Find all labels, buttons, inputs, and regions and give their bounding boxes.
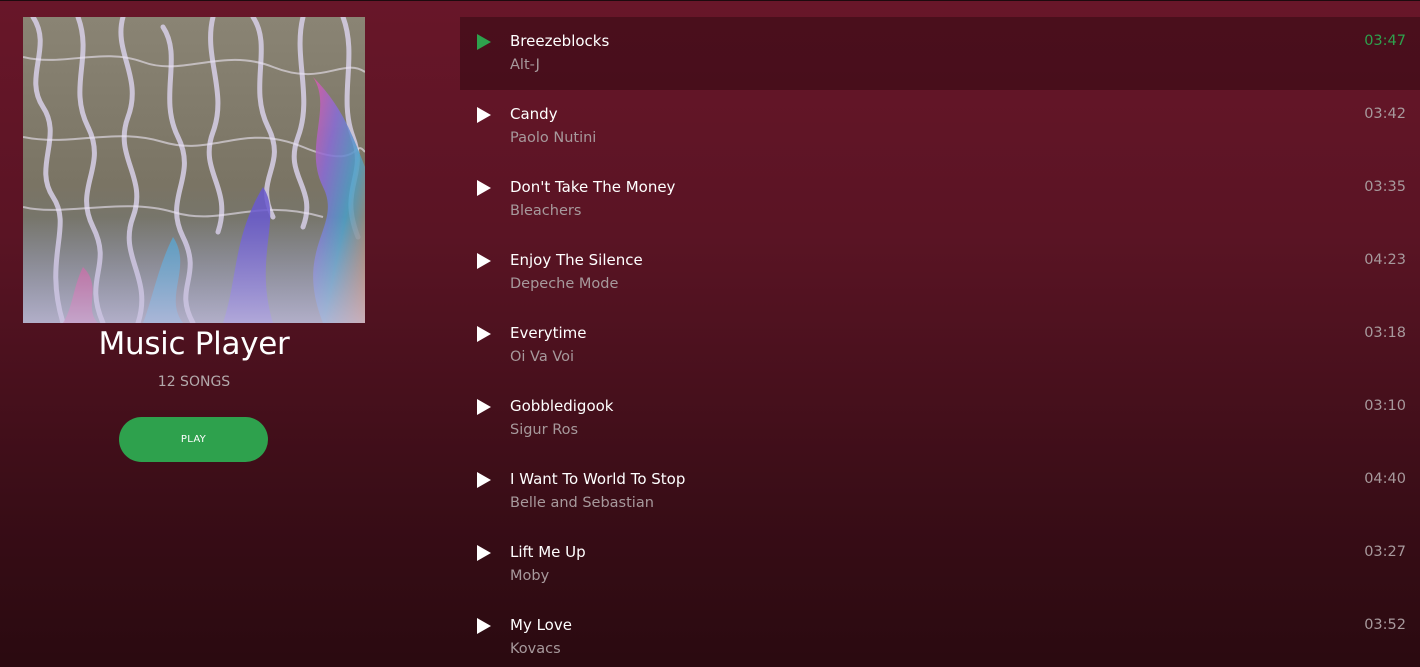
track-title: Enjoy The Silence [510, 251, 643, 269]
track-duration: 03:35 [1364, 179, 1406, 195]
track-row[interactable]: Everytime Oi Va Voi 03:18 [460, 309, 1420, 382]
track-artist: Alt-J [510, 57, 540, 73]
track-artist: Depeche Mode [510, 276, 619, 292]
play-icon[interactable] [476, 34, 492, 50]
track-artist: Oi Va Voi [510, 349, 575, 365]
track-title: Lift Me Up [510, 543, 586, 561]
track-duration: 03:52 [1364, 617, 1406, 633]
track-title: My Love [510, 616, 572, 634]
play-icon[interactable] [476, 253, 492, 269]
track-list: Breezeblocks Alt-J 03:47 Candy Paolo Nut… [460, 17, 1420, 667]
album-panel: Music Player 12 SONGS PLAY [0, 0, 388, 667]
play-button[interactable]: PLAY [119, 417, 268, 462]
track-duration: 03:18 [1364, 325, 1406, 341]
play-icon[interactable] [476, 107, 492, 123]
track-title: Gobbledigook [510, 397, 614, 415]
track-duration: 04:40 [1364, 471, 1406, 487]
track-row[interactable]: Candy Paolo Nutini 03:42 [460, 90, 1420, 163]
track-artist: Sigur Ros [510, 422, 579, 438]
track-artist: Paolo Nutini [510, 130, 597, 146]
track-duration: 04:23 [1364, 252, 1406, 268]
track-duration: 03:47 [1364, 33, 1406, 49]
track-title: Don't Take The Money [510, 178, 676, 196]
track-row[interactable]: My Love Kovacs 03:52 [460, 601, 1420, 667]
track-duration: 03:10 [1364, 398, 1406, 414]
track-title: Breezeblocks [510, 32, 610, 50]
track-duration: 03:42 [1364, 106, 1406, 122]
track-duration: 03:27 [1364, 544, 1406, 560]
track-artist: Belle and Sebastian [510, 495, 654, 511]
track-row[interactable]: Lift Me Up Moby 03:27 [460, 528, 1420, 601]
track-row[interactable]: Don't Take The Money Bleachers 03:35 [460, 163, 1420, 236]
track-title: Everytime [510, 324, 587, 342]
track-title: I Want To World To Stop [510, 470, 686, 488]
track-row[interactable]: Breezeblocks Alt-J 03:47 [460, 17, 1420, 90]
track-title: Candy [510, 105, 558, 123]
track-row[interactable]: I Want To World To Stop Belle and Sebast… [460, 455, 1420, 528]
track-artist: Moby [510, 568, 550, 584]
play-icon[interactable] [476, 399, 492, 415]
track-row[interactable]: Gobbledigook Sigur Ros 03:10 [460, 382, 1420, 455]
play-icon[interactable] [476, 618, 492, 634]
album-cover [23, 17, 365, 323]
play-icon[interactable] [476, 326, 492, 342]
track-row[interactable]: Enjoy The Silence Depeche Mode 04:23 [460, 236, 1420, 309]
page-title: Music Player [98, 326, 290, 362]
song-count: 12 SONGS [157, 374, 231, 390]
play-icon[interactable] [476, 180, 492, 196]
track-artist: Bleachers [510, 203, 582, 219]
play-icon[interactable] [476, 545, 492, 561]
track-artist: Kovacs [510, 641, 561, 657]
play-icon[interactable] [476, 472, 492, 488]
